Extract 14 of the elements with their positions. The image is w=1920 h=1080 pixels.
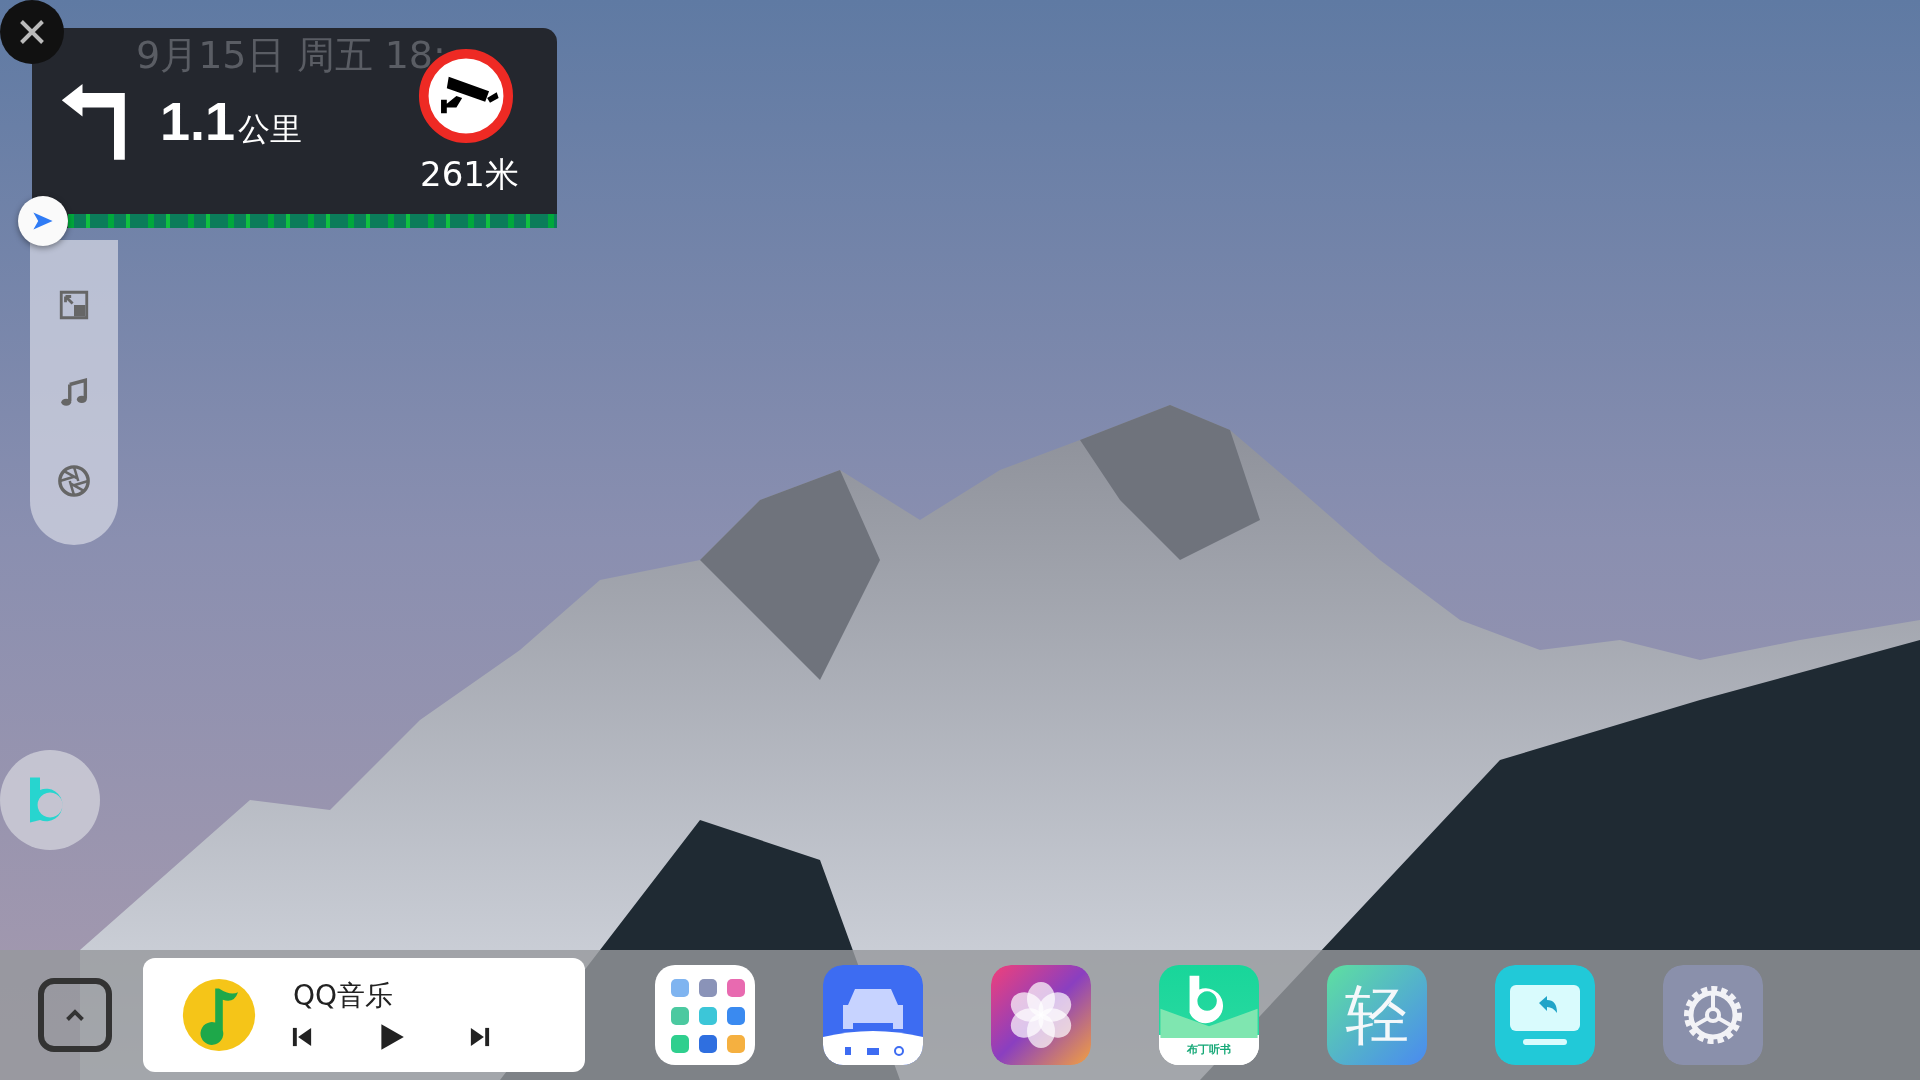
app-folder[interactable] xyxy=(655,965,755,1065)
distance-unit: 公里 xyxy=(238,109,302,150)
monitor-app-icon[interactable] xyxy=(1495,965,1595,1065)
flower-app-icon[interactable] xyxy=(991,965,1091,1065)
expand-up-button[interactable] xyxy=(38,978,112,1052)
music-note-logo-icon xyxy=(181,977,257,1053)
distance-value: 1.1 xyxy=(160,90,236,152)
picture-in-picture-icon[interactable] xyxy=(57,288,91,322)
music-app-title: QQ音乐 xyxy=(293,978,395,1014)
camera-distance-text: 261米 xyxy=(420,153,519,196)
car-app-icon[interactable] xyxy=(823,965,923,1065)
camera-aperture-icon[interactable] xyxy=(57,464,91,498)
music-widget[interactable]: QQ音乐 xyxy=(143,958,585,1072)
settings-icon[interactable] xyxy=(1663,965,1763,1065)
